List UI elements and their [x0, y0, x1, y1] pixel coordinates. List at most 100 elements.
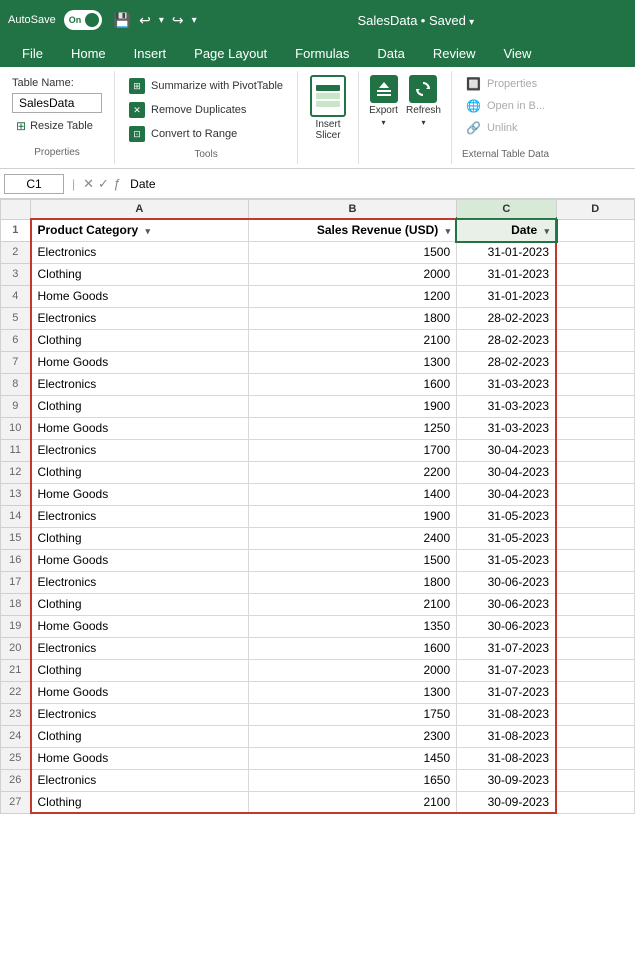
cell-14-a[interactable]: Electronics [31, 505, 249, 527]
resize-table-button[interactable]: ⊞ Resize Table [12, 117, 102, 135]
cell-9-b[interactable]: 1900 [248, 395, 456, 417]
cell-3-a[interactable]: Clothing [31, 263, 249, 285]
cell-24-b[interactable]: 2300 [248, 725, 456, 747]
convert-to-range-button[interactable]: ⊡ Convert to Range [125, 123, 287, 145]
col-header-c[interactable]: C [457, 200, 556, 220]
cell-17-b[interactable]: 1800 [248, 571, 456, 593]
confirm-formula-icon[interactable]: ✓ [98, 176, 109, 192]
cell-11-a[interactable]: Electronics [31, 439, 249, 461]
cell-11-b[interactable]: 1700 [248, 439, 456, 461]
header-product-category[interactable]: Product Category ▾ [31, 219, 249, 241]
cell-20-c[interactable]: 31-07-2023 [457, 637, 556, 659]
cell-22-a[interactable]: Home Goods [31, 681, 249, 703]
cell-10-a[interactable]: Home Goods [31, 417, 249, 439]
refresh-button[interactable]: Refresh ▾ [406, 75, 441, 127]
cell-19-a[interactable]: Home Goods [31, 615, 249, 637]
cell-25-c[interactable]: 31-08-2023 [457, 747, 556, 769]
export-dropdown[interactable]: ▾ [382, 118, 386, 127]
tab-view[interactable]: View [489, 40, 545, 67]
cell-26-c[interactable]: 30-09-2023 [457, 769, 556, 791]
cell-2-b[interactable]: 1500 [248, 241, 456, 263]
cell-3-b[interactable]: 2000 [248, 263, 456, 285]
cell-8-c[interactable]: 31-03-2023 [457, 373, 556, 395]
cell-5-a[interactable]: Electronics [31, 307, 249, 329]
cell-18-a[interactable]: Clothing [31, 593, 249, 615]
cell-12-c[interactable]: 30-04-2023 [457, 461, 556, 483]
cell-6-a[interactable]: Clothing [31, 329, 249, 351]
properties-button[interactable]: 🔲 Properties [462, 75, 549, 93]
cell-16-a[interactable]: Home Goods [31, 549, 249, 571]
cell-9-a[interactable]: Clothing [31, 395, 249, 417]
remove-duplicates-button[interactable]: ✕ Remove Duplicates [125, 99, 287, 121]
cell-10-c[interactable]: 31-03-2023 [457, 417, 556, 439]
refresh-dropdown[interactable]: ▾ [421, 118, 425, 127]
undo-dropdown-icon[interactable]: ▾ [159, 15, 164, 26]
cell-13-b[interactable]: 1400 [248, 483, 456, 505]
cell-4-b[interactable]: 1200 [248, 285, 456, 307]
cell-24-a[interactable]: Clothing [31, 725, 249, 747]
cell-17-a[interactable]: Electronics [31, 571, 249, 593]
cell-23-a[interactable]: Electronics [31, 703, 249, 725]
cell-reference-box[interactable] [4, 174, 64, 194]
cell-20-a[interactable]: Electronics [31, 637, 249, 659]
tab-data[interactable]: Data [363, 40, 418, 67]
cell-8-a[interactable]: Electronics [31, 373, 249, 395]
cell-18-b[interactable]: 2100 [248, 593, 456, 615]
export-button[interactable]: Export ▾ [369, 75, 398, 127]
cell-13-a[interactable]: Home Goods [31, 483, 249, 505]
cell-25-a[interactable]: Home Goods [31, 747, 249, 769]
tab-page-layout[interactable]: Page Layout [180, 40, 281, 67]
cell-22-b[interactable]: 1300 [248, 681, 456, 703]
cell-10-b[interactable]: 1250 [248, 417, 456, 439]
tab-insert[interactable]: Insert [120, 40, 181, 67]
cell-27-a[interactable]: Clothing [31, 791, 249, 813]
cell-21-a[interactable]: Clothing [31, 659, 249, 681]
cell-9-c[interactable]: 31-03-2023 [457, 395, 556, 417]
filter-dropdown-c[interactable]: ▾ [544, 226, 549, 236]
cell-12-a[interactable]: Clothing [31, 461, 249, 483]
cell-6-b[interactable]: 2100 [248, 329, 456, 351]
cell-25-b[interactable]: 1450 [248, 747, 456, 769]
summarize-button[interactable]: ⊞ Summarize with PivotTable [125, 75, 287, 97]
unlink-button[interactable]: 🔗 Unlink [462, 119, 549, 137]
tab-formulas[interactable]: Formulas [281, 40, 363, 67]
cell-7-c[interactable]: 28-02-2023 [457, 351, 556, 373]
cell-4-c[interactable]: 31-01-2023 [457, 285, 556, 307]
autosave-toggle[interactable]: On [64, 10, 102, 30]
redo-icon[interactable]: ↪ [172, 12, 184, 29]
cell-16-c[interactable]: 31-05-2023 [457, 549, 556, 571]
cell-27-c[interactable]: 30-09-2023 [457, 791, 556, 813]
cell-19-b[interactable]: 1350 [248, 615, 456, 637]
cell-16-b[interactable]: 1500 [248, 549, 456, 571]
cell-15-a[interactable]: Clothing [31, 527, 249, 549]
table-name-input[interactable] [12, 93, 102, 113]
cell-18-c[interactable]: 30-06-2023 [457, 593, 556, 615]
cell-26-b[interactable]: 1650 [248, 769, 456, 791]
cell-2-c[interactable]: 31-01-2023 [457, 241, 556, 263]
cell-23-b[interactable]: 1750 [248, 703, 456, 725]
cell-15-c[interactable]: 31-05-2023 [457, 527, 556, 549]
cell-24-c[interactable]: 31-08-2023 [457, 725, 556, 747]
cell-14-b[interactable]: 1900 [248, 505, 456, 527]
cell-21-c[interactable]: 31-07-2023 [457, 659, 556, 681]
insert-function-icon[interactable]: ƒ [113, 176, 120, 191]
cell-21-b[interactable]: 2000 [248, 659, 456, 681]
cell-17-c[interactable]: 30-06-2023 [457, 571, 556, 593]
save-icon[interactable]: 💾 [114, 12, 131, 29]
filter-dropdown-a[interactable]: ▾ [146, 226, 151, 236]
saved-dropdown[interactable]: ▾ [469, 17, 474, 28]
cell-2-a[interactable]: Electronics [31, 241, 249, 263]
cell-20-b[interactable]: 1600 [248, 637, 456, 659]
filter-dropdown-b[interactable]: ▾ [446, 226, 451, 236]
tab-home[interactable]: Home [57, 40, 120, 67]
header-date[interactable]: Date ▾ [457, 219, 556, 241]
cell-15-b[interactable]: 2400 [248, 527, 456, 549]
cell-26-a[interactable]: Electronics [31, 769, 249, 791]
cell-23-c[interactable]: 31-08-2023 [457, 703, 556, 725]
cell-19-c[interactable]: 30-06-2023 [457, 615, 556, 637]
cancel-formula-icon[interactable]: ✕ [83, 176, 94, 192]
cell-14-c[interactable]: 31-05-2023 [457, 505, 556, 527]
open-in-browser-button[interactable]: 🌐 Open in B... [462, 97, 549, 115]
cell-7-a[interactable]: Home Goods [31, 351, 249, 373]
cell-5-c[interactable]: 28-02-2023 [457, 307, 556, 329]
